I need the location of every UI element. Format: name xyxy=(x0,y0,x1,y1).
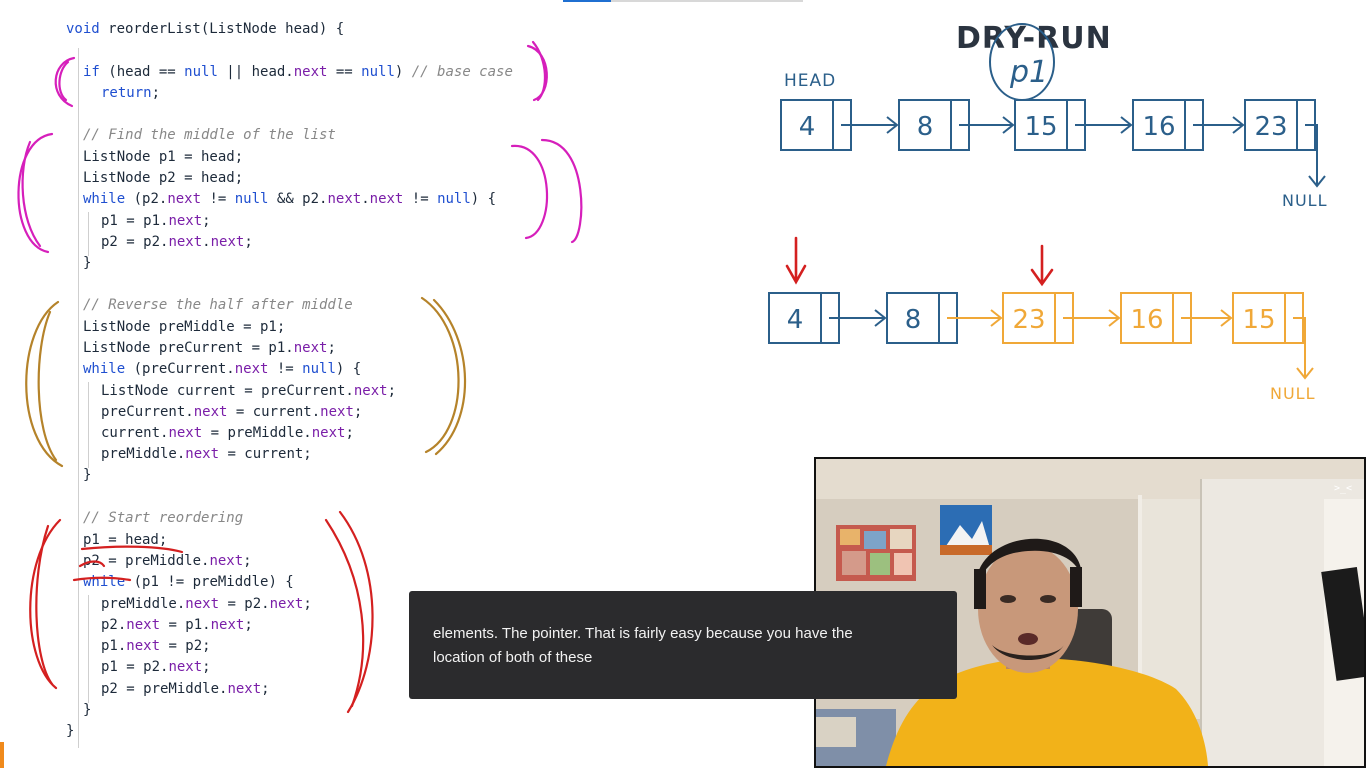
reordered-list-node-value: 4 xyxy=(787,305,804,335)
pink-bracket-left-mid xyxy=(17,132,54,254)
code-line-p2-decl: ListNode p2 = head; xyxy=(83,170,244,186)
brown-bracket-left xyxy=(25,300,64,468)
red-bracket-left xyxy=(29,518,62,690)
reordered-list-next-arrow xyxy=(947,309,1003,327)
pink-bracket-right-top xyxy=(526,44,548,102)
code-line-current-decl: ListNode current = preCurrent.next; xyxy=(101,383,397,399)
code-line-while-reorder: while (p1 != preMiddle) { xyxy=(83,574,294,590)
caption-line-1: elements. The pointer. That is fairly ea… xyxy=(433,625,853,642)
reordered-list-node-value: 16 xyxy=(1130,305,1163,335)
reordered-list: 4 8 23 16 15 xyxy=(768,292,1314,380)
person-mouth xyxy=(1018,633,1038,645)
caption-line-2: location of both of these xyxy=(433,649,593,666)
dry-run-diagram: DRY-RUN p1 HEAD 4 8 15 16 23 4 8 23 16 15 NULL N… xyxy=(760,10,1366,450)
reordered-list-node-value: 8 xyxy=(905,305,922,335)
indent-guide xyxy=(88,212,89,256)
original-list-node-value: 15 xyxy=(1024,112,1057,142)
code-line-return: return; xyxy=(101,85,161,101)
indent-guide xyxy=(88,382,89,468)
p1-annotation: p1 xyxy=(1009,55,1048,90)
code-line-precurrent-decl: ListNode preCurrent = p1.next; xyxy=(83,340,336,356)
original-list: 4 8 15 16 23 xyxy=(780,99,1326,188)
code-line-current-next: current.next = preMiddle.next; xyxy=(101,425,354,441)
code-line-premiddle-decl: ListNode preMiddle = p1; xyxy=(83,319,286,335)
person-face xyxy=(978,545,1078,673)
reordered-list-node-value: 15 xyxy=(1242,305,1275,335)
caption-box: elements. The pointer. That is fairly ea… xyxy=(409,591,957,699)
red-arrow-head-pointer xyxy=(785,236,807,285)
pink-bracket-left-top xyxy=(54,56,76,108)
null-label-bottom: NULL xyxy=(1270,384,1316,403)
code-line-p1-advance: p1 = p1.next; xyxy=(101,213,211,229)
original-list-next-arrow xyxy=(1193,116,1245,134)
original-list-next-arrow xyxy=(1075,116,1133,134)
code-line-reorder-1: preMiddle.next = p2.next; xyxy=(101,596,312,612)
webcam-menu-icon[interactable]: >_< xyxy=(1330,483,1356,495)
code-line-reorder-5: p2 = preMiddle.next; xyxy=(101,681,270,697)
original-list-node-value: 4 xyxy=(799,112,816,142)
code-line-close-brace: } xyxy=(83,467,92,483)
reordered-list-node-23: 23 xyxy=(1002,292,1074,344)
reordered-list-node-8: 8 xyxy=(886,292,958,344)
indent-guide xyxy=(78,48,79,748)
original-list-node-value: 8 xyxy=(917,112,934,142)
reordered-list-node-4: 4 xyxy=(768,292,840,344)
original-list-next-arrow xyxy=(841,116,899,134)
code-line-reorder-3: p1.next = p2; xyxy=(101,638,211,654)
code-line-close-brace: } xyxy=(83,702,92,718)
code-line-p2-assign: p2 = preMiddle.next; xyxy=(83,553,252,569)
code-line-premiddle-next: preMiddle.next = current; xyxy=(101,446,312,462)
code-comment-reorder: // Start reordering xyxy=(83,510,244,526)
code-line-reorder-4: p1 = p2.next; xyxy=(101,659,211,675)
code-line-base-case: if (head == null || head.next == null) /… xyxy=(83,64,513,80)
reordered-list-next-arrow xyxy=(1181,309,1233,327)
code-comment-reverse: // Reverse the half after middle xyxy=(83,297,353,313)
code-line-p2-advance: p2 = p2.next.next; xyxy=(101,234,253,250)
head-label: HEAD xyxy=(784,71,836,91)
original-list-node-8: 8 xyxy=(898,99,970,151)
original-list-node-16: 16 xyxy=(1132,99,1204,151)
original-list-node-15: 15 xyxy=(1014,99,1086,151)
code-comment-find-middle: // Find the middle of the list xyxy=(83,127,336,143)
code-line-close-brace: } xyxy=(83,255,92,271)
reordered-list-node-value: 23 xyxy=(1012,305,1045,335)
pink-bracket-right-mid xyxy=(510,144,549,240)
code-line-while-reverse: while (preCurrent.next != null) { xyxy=(83,361,362,377)
reordered-list-next-arrow xyxy=(1063,309,1121,327)
linked-list-diagram: DRY-RUN p1 HEAD 4 8 15 16 23 4 8 23 16 15 NULL N… xyxy=(768,21,1328,403)
original-list-node-23: 23 xyxy=(1244,99,1316,151)
null-label-top: NULL xyxy=(1282,191,1328,210)
red-arrow-middle-pointer xyxy=(1030,244,1054,287)
original-list-node-value: 23 xyxy=(1254,112,1287,142)
reordered-list-next-arrow xyxy=(829,309,887,327)
reordered-list-node-15: 15 xyxy=(1232,292,1304,344)
original-list-next-arrow xyxy=(959,116,1015,134)
code-line-p1-decl: ListNode p1 = head; xyxy=(83,149,244,165)
code-line-p1-head: p1 = head; xyxy=(83,532,168,548)
original-list-node-value: 16 xyxy=(1142,112,1175,142)
code-line-while-middle: while (p2.next != null && p2.next.next !… xyxy=(83,191,497,207)
code-line-precurrent-next: preCurrent.next = current.next; xyxy=(101,404,363,420)
red-bracket-right xyxy=(338,510,374,714)
code-line-method-close: } xyxy=(66,723,75,739)
code-line-method-signature: void reorderList(ListNode head) { xyxy=(66,21,345,37)
code-line-reorder-2: p2.next = p1.next; xyxy=(101,617,253,633)
original-list-node-4: 4 xyxy=(780,99,852,151)
brown-bracket-right xyxy=(420,296,460,454)
reordered-list-node-16: 16 xyxy=(1120,292,1192,344)
indent-guide xyxy=(88,595,89,703)
